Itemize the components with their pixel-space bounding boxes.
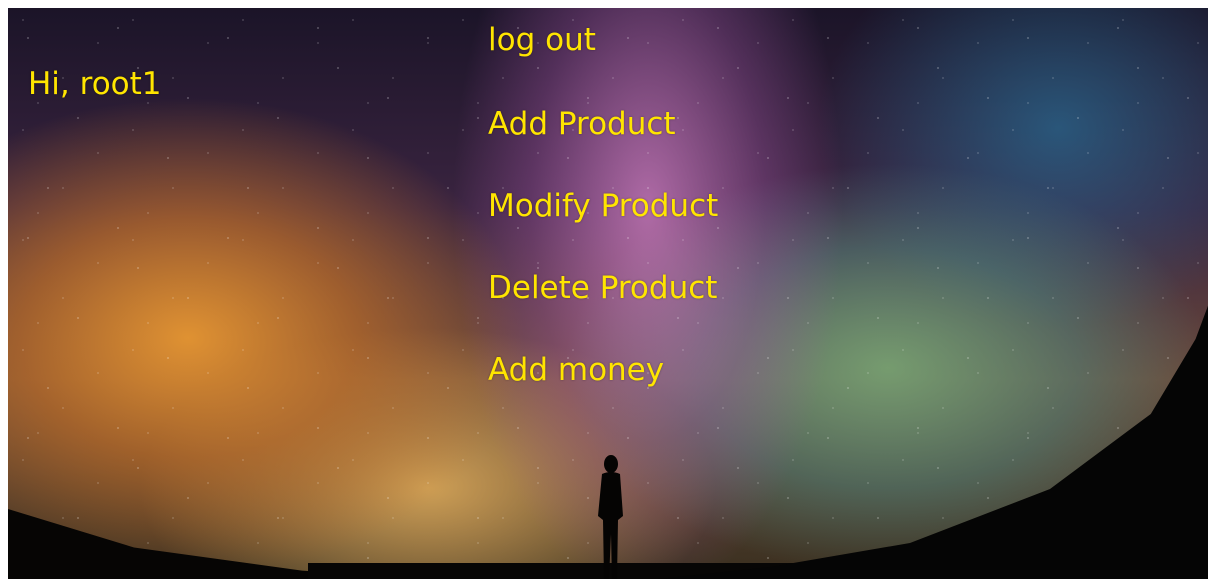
log-out-link[interactable]: log out bbox=[488, 22, 596, 58]
modify-product-link[interactable]: Modify Product bbox=[488, 188, 718, 224]
add-money-link[interactable]: Add money bbox=[488, 352, 664, 388]
add-product-link[interactable]: Add Product bbox=[488, 106, 676, 142]
person-silhouette bbox=[598, 455, 623, 579]
greeting-text: Hi, root1 bbox=[28, 66, 162, 102]
background-image: Hi, root1 log out Add Product Modify Pro… bbox=[8, 8, 1208, 579]
delete-product-link[interactable]: Delete Product bbox=[488, 270, 717, 306]
